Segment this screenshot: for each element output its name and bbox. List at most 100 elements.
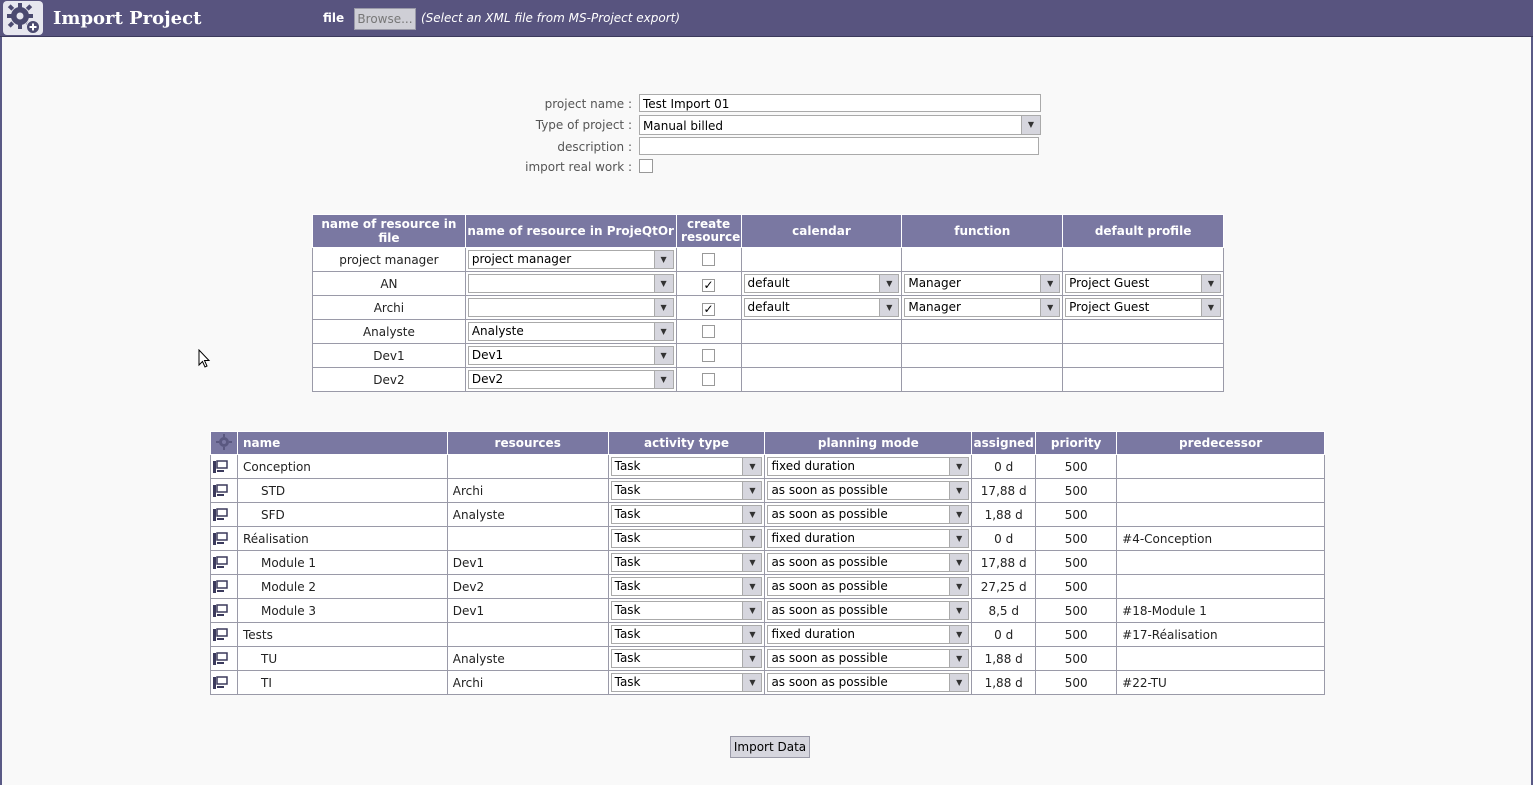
planning-mode-select[interactable]: as soon as possible ▼	[767, 505, 970, 524]
activity-type-select[interactable]: Task ▼	[610, 529, 763, 548]
planning-mode-select[interactable]: as soon as possible ▼	[767, 673, 970, 692]
resource-file-name: AN	[312, 271, 466, 296]
function-select[interactable]: Manager ▼	[904, 274, 1061, 293]
chevron-down-icon[interactable]: ▼	[742, 650, 762, 667]
project-name-input[interactable]: Test Import 01	[639, 94, 1041, 112]
chevron-down-icon[interactable]: ▼	[949, 530, 969, 547]
projeqtor-resource-select[interactable]: Dev1 ▼	[467, 346, 674, 365]
activity-resources	[446, 526, 609, 551]
planning-mode-select[interactable]: as soon as possible ▼	[767, 601, 970, 620]
chevron-down-icon[interactable]: ▼	[949, 458, 969, 475]
chevron-down-icon[interactable]: ▼	[653, 347, 673, 364]
chevron-down-icon[interactable]: ▼	[1021, 116, 1040, 134]
resource-row: Archi ▼ ✓ default ▼ Manager ▼ Project Guest ▼	[312, 295, 1224, 320]
activity-icon[interactable]	[210, 526, 238, 551]
chevron-down-icon[interactable]: ▼	[742, 554, 762, 571]
planning-mode-select[interactable]: as soon as possible ▼	[767, 577, 970, 596]
import-data-button[interactable]: Import Data	[730, 736, 810, 758]
chevron-down-icon[interactable]: ▼	[879, 299, 899, 316]
activity-predecessor	[1116, 478, 1325, 503]
activity-icon[interactable]	[210, 502, 238, 527]
profile-select[interactable]: Project Guest ▼	[1065, 298, 1221, 317]
chevron-down-icon[interactable]: ▼	[949, 506, 969, 523]
chevron-down-icon[interactable]: ▼	[742, 458, 762, 475]
chevron-down-icon[interactable]: ▼	[949, 650, 969, 667]
activity-name: SFD	[236, 502, 448, 527]
calendar-select[interactable]: default ▼	[743, 274, 900, 293]
activity-type-select[interactable]: Task ▼	[610, 673, 763, 692]
activity-type-select[interactable]: Task ▼	[610, 481, 763, 500]
activity-icon[interactable]	[210, 478, 238, 503]
browse-button[interactable]: Browse...	[354, 8, 416, 30]
chevron-down-icon[interactable]: ▼	[1201, 275, 1220, 292]
activity-name: Module 2	[236, 574, 448, 599]
chevron-down-icon[interactable]: ▼	[1201, 299, 1220, 316]
settings-gear-icon[interactable]	[210, 431, 238, 455]
projeqtor-resource-select[interactable]: project manager ▼	[467, 250, 674, 269]
planning-mode-select[interactable]: fixed duration ▼	[767, 625, 970, 644]
create-resource-checkbox[interactable]	[702, 348, 716, 362]
chevron-down-icon[interactable]: ▼	[949, 554, 969, 571]
chevron-down-icon[interactable]: ▼	[949, 602, 969, 619]
activity-icon[interactable]	[210, 646, 238, 671]
create-resource-checkbox[interactable]	[702, 372, 716, 386]
projeqtor-resource-select[interactable]: ▼	[467, 298, 674, 317]
activity-icon[interactable]	[210, 550, 238, 575]
activity-row: TI Archi Task ▼ as soon as possible ▼ 1,88 d 50…	[210, 670, 1325, 695]
chevron-down-icon[interactable]: ▼	[949, 482, 969, 499]
activity-type-select[interactable]: Task ▼	[610, 457, 763, 476]
chevron-down-icon[interactable]: ▼	[879, 275, 899, 292]
planning-mode-select[interactable]: fixed duration ▼	[767, 529, 970, 548]
planning-mode-select[interactable]: fixed duration ▼	[767, 457, 970, 476]
activity-type-select[interactable]: Task ▼	[610, 553, 763, 572]
chevron-down-icon[interactable]: ▼	[742, 530, 762, 547]
description-input[interactable]	[639, 137, 1039, 155]
chevron-down-icon[interactable]: ▼	[653, 299, 673, 316]
activity-type-select[interactable]: Task ▼	[610, 601, 763, 620]
import-real-work-label: import real work :	[525, 160, 632, 174]
activity-type-select[interactable]: Task ▼	[610, 577, 763, 596]
chevron-down-icon[interactable]: ▼	[653, 251, 673, 268]
create-resource-checkbox[interactable]	[702, 252, 716, 266]
import-real-work-checkbox[interactable]	[639, 159, 653, 173]
activity-predecessor	[1116, 454, 1325, 479]
activity-icon[interactable]	[210, 670, 238, 695]
activity-type-select[interactable]: Task ▼	[610, 649, 763, 668]
function-cell	[901, 367, 1064, 392]
chevron-down-icon[interactable]: ▼	[742, 482, 762, 499]
projeqtor-resource-select[interactable]: Analyste ▼	[467, 322, 674, 341]
planning-mode-select-value: fixed duration	[771, 459, 856, 473]
planning-mode-select[interactable]: as soon as possible ▼	[767, 553, 970, 572]
chevron-down-icon[interactable]: ▼	[1040, 275, 1060, 292]
chevron-down-icon[interactable]: ▼	[653, 371, 673, 388]
activity-type-select[interactable]: Task ▼	[610, 625, 763, 644]
planning-mode-select[interactable]: as soon as possible ▼	[767, 649, 970, 668]
activity-icon[interactable]	[210, 454, 238, 479]
create-resource-checkbox[interactable]: ✓	[702, 278, 716, 292]
chevron-down-icon[interactable]: ▼	[1040, 299, 1060, 316]
activity-icon[interactable]	[210, 622, 238, 647]
create-resource-checkbox[interactable]: ✓	[702, 302, 716, 316]
chevron-down-icon[interactable]: ▼	[742, 626, 762, 643]
function-select[interactable]: Manager ▼	[904, 298, 1061, 317]
chevron-down-icon[interactable]: ▼	[653, 275, 673, 292]
chevron-down-icon[interactable]: ▼	[949, 674, 969, 691]
activity-icon[interactable]	[210, 574, 238, 599]
type-of-project-select[interactable]: Manual billed ▼	[639, 115, 1041, 135]
calendar-select[interactable]: default ▼	[743, 298, 900, 317]
planning-mode-select[interactable]: as soon as possible ▼	[767, 481, 970, 500]
chevron-down-icon[interactable]: ▼	[742, 674, 762, 691]
chevron-down-icon[interactable]: ▼	[949, 578, 969, 595]
chevron-down-icon[interactable]: ▼	[742, 506, 762, 523]
chevron-down-icon[interactable]: ▼	[653, 323, 673, 340]
projeqtor-resource-select[interactable]: Dev2 ▼	[467, 370, 674, 389]
create-resource-checkbox[interactable]	[702, 324, 716, 338]
mouse-cursor-icon	[198, 349, 211, 368]
activity-type-select[interactable]: Task ▼	[610, 505, 763, 524]
projeqtor-resource-select[interactable]: ▼	[467, 274, 674, 293]
activity-icon[interactable]	[210, 598, 238, 623]
chevron-down-icon[interactable]: ▼	[949, 626, 969, 643]
chevron-down-icon[interactable]: ▼	[742, 602, 762, 619]
chevron-down-icon[interactable]: ▼	[742, 578, 762, 595]
profile-select[interactable]: Project Guest ▼	[1065, 274, 1221, 293]
